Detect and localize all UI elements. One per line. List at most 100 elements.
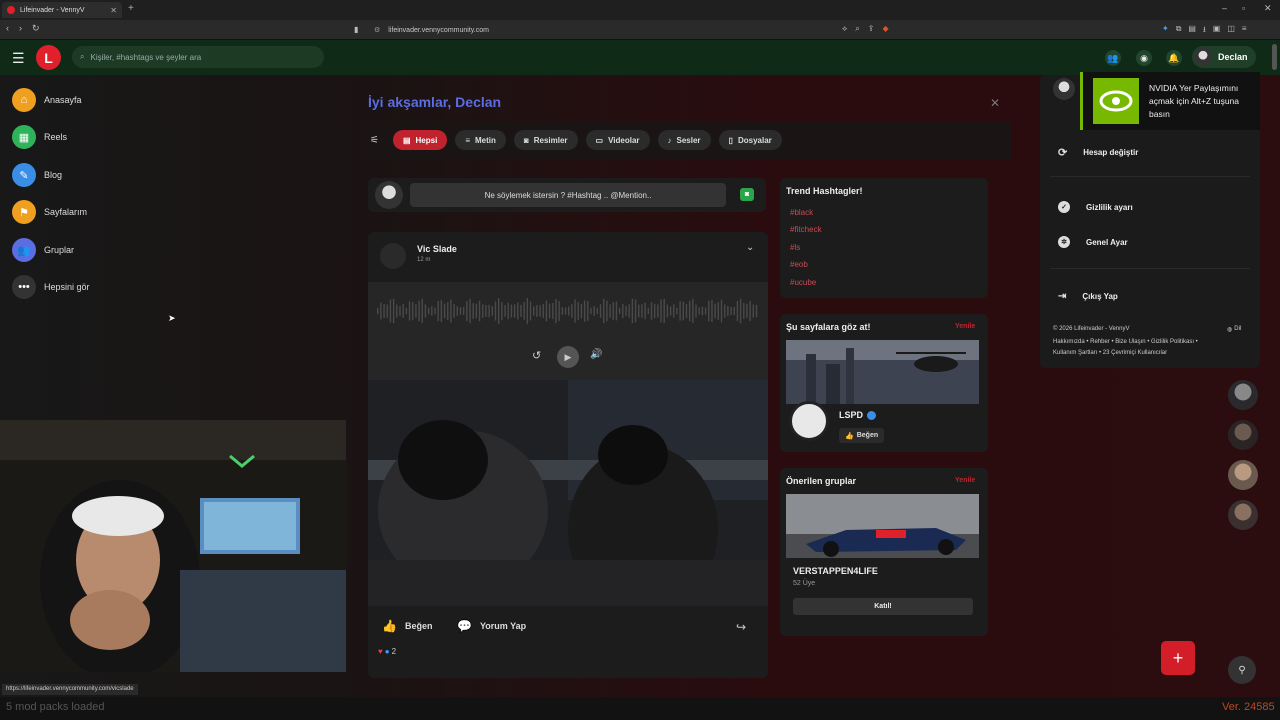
split-icon[interactable]: ◫ [1227,24,1235,38]
switch-account-item[interactable]: ⟳ Hesap değiştir [1058,146,1138,159]
footer-links-2[interactable]: Kullanım Şartları • 23 Çevrimiçi Kullanı… [1053,350,1167,356]
post-image[interactable] [368,380,768,606]
compose-input[interactable]: Ne söylemek istersin ? #Hashtag .. @Ment… [410,183,726,207]
flag-icon: ⚑ [12,200,36,224]
close-window-icon[interactable]: ✕ [1264,3,1272,14]
footer-links[interactable]: Hakkımızda • Rehber • Bize Ulaşın • Gizl… [1053,339,1198,345]
filter-videos-button[interactable]: ▭ Videolar [585,130,650,150]
general-settings-item[interactable]: ✲ Genel Ayar [1058,236,1128,248]
waveform-bar [523,302,525,320]
download-icon[interactable]: ⭳ [1203,24,1206,38]
share-icon[interactable]: ↪ [736,620,746,634]
tab-close-icon[interactable]: ✕ [110,6,117,15]
browser-tab[interactable]: Lifeinvader - VennyV ✕ [2,2,122,18]
notifications-icon[interactable]: 🔔 [1166,50,1182,66]
logout-item[interactable]: ⇥ Çıkış Yap [1058,291,1118,302]
puzzle-icon[interactable]: ⧉ [1176,24,1182,38]
maximize-icon[interactable]: ▫ [1242,3,1245,13]
search-input[interactable] [90,52,291,62]
online-user-avatar[interactable] [1228,420,1258,450]
waveform-bar [510,304,513,318]
filter-all-button[interactable]: ▤ Hepsi [392,130,448,150]
group-name[interactable]: VERSTAPPEN4LIFE [793,566,878,576]
volume-icon[interactable]: 🔊 [590,349,602,360]
hashtag-link[interactable]: #black [790,208,813,217]
refresh-pages-link[interactable]: Yenile [955,323,975,330]
like-button[interactable]: 👍 Beğen [382,619,432,633]
new-tab-icon[interactable]: + [128,3,134,14]
waveform-bar [427,307,430,315]
waveform-bar [386,304,388,318]
translate-icon[interactable]: ⟡ [842,24,847,34]
play-button[interactable]: ▶ [557,346,579,368]
online-user-avatar[interactable] [1228,380,1258,410]
camera-icon[interactable]: ◙ [740,188,754,201]
waveform-bar [548,303,551,319]
waveform-bar [564,307,567,315]
back-icon[interactable]: ‹ [6,23,9,34]
messages-icon[interactable]: ◉ [1136,50,1152,66]
filter-images-button[interactable]: ◙ Resimler [513,130,578,150]
sidebar-item-groups[interactable]: 👥 Gruplar [12,238,74,262]
hashtag-link[interactable]: #ls [790,243,800,252]
filter-bar: ⚟ ▤ Hepsi ≡ Metin ◙ Resimler ▭ Videolar ♪ Ses… [362,121,1012,159]
online-user-avatar[interactable] [1228,460,1258,490]
chevron-down-icon[interactable]: ⌄ [746,242,754,253]
filter-files-button[interactable]: ▯ Dosyalar [718,130,782,150]
privacy-settings-item[interactable]: ✓ Gizlilik ayarı [1058,201,1133,213]
scrollbar[interactable] [1272,44,1277,70]
post-author[interactable]: Vic Slade [417,244,457,254]
wallet-icon[interactable]: ▣ [1213,24,1221,38]
find-people-icon[interactable]: ⚲ [1228,656,1256,684]
waveform-bar [698,307,700,315]
sidebar-icon[interactable]: ▤ [1188,24,1196,38]
page-name[interactable]: LSPD [839,410,877,420]
refresh-groups-link[interactable]: Yenile [955,477,975,484]
menu-icon[interactable]: ≡ [1242,24,1247,38]
waveform-bar [746,303,748,319]
filter-text-button[interactable]: ≡ Metin [455,130,506,150]
waveform-bar [736,300,739,322]
site-info-icon[interactable]: ⚙ [374,26,380,34]
filter-audio-button[interactable]: ♪ Sesler [657,130,711,150]
sidebar-item-blog[interactable]: ✎ Blog [12,163,62,187]
page-like-button[interactable]: 👍 Beğen [839,428,885,443]
minimize-icon[interactable]: – [1222,3,1227,13]
close-icon[interactable]: ✕ [990,96,1000,110]
forward-icon[interactable]: › [19,23,22,34]
hashtag-link[interactable]: #fitcheck [790,225,822,234]
reaction-summary[interactable]: ♥ ● 2 [378,647,396,656]
sidebar-item-home[interactable]: ⌂ Anasayfa [12,88,82,112]
zoom-icon[interactable]: ⌕ [855,24,859,34]
online-user-avatar[interactable] [1228,500,1258,530]
comment-button[interactable]: 💬 Yorum Yap [457,619,526,633]
friends-icon[interactable]: 👥 [1105,50,1121,66]
avatar[interactable] [380,243,406,269]
waveform-bar [634,299,637,323]
sidebar-item-pages[interactable]: ⚑ Sayfalarım [12,200,87,224]
nvidia-overlay-toast[interactable]: NVIDIA Yer Paylaşımını açmak için Alt+Z … [1080,72,1260,130]
language-link[interactable]: ◍ Dil [1227,326,1241,333]
hamburger-menu-icon[interactable]: ☰ [12,50,25,67]
reload-icon[interactable]: ↻ [32,23,40,34]
menu-item-label: Çıkış Yap [1082,292,1118,301]
lifeinvader-logo[interactable]: L [36,45,61,70]
user-menu-button[interactable]: Declan [1192,46,1256,68]
shield-icon[interactable]: ◆ [882,24,888,34]
share-icon[interactable]: ⇪ [868,24,875,34]
rewind-icon[interactable]: ↺ [532,349,541,362]
audio-waveform[interactable] [376,286,758,336]
group-cover-image [786,494,979,558]
sidebar-item-reels[interactable]: ▦ Reels [12,125,67,149]
sidebar-item-see-all[interactable]: ••• Hepsini gör [12,275,90,299]
join-group-button[interactable]: Katıl! [793,598,973,615]
hashtag-link[interactable]: #ucube [790,278,816,287]
avatar [375,181,403,209]
filter-settings-icon[interactable]: ⚟ [370,135,379,146]
extension-icon[interactable]: ✦ [1162,24,1169,38]
waveform-bar [638,304,640,318]
bookmark-icon[interactable]: ▮ [354,25,358,34]
new-post-button[interactable]: + [1161,641,1195,675]
search-bar[interactable]: ⌕ [72,46,324,68]
hashtag-link[interactable]: #eob [790,260,808,269]
